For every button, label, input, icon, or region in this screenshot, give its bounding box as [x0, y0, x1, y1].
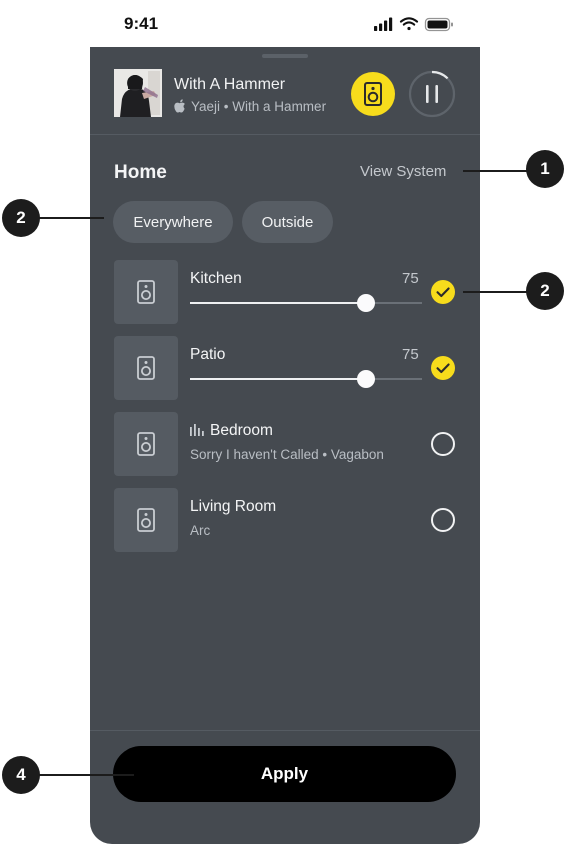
room-name: Bedroom — [190, 422, 273, 440]
divider — [90, 730, 480, 731]
room-tile — [114, 412, 178, 476]
speaker-output-button[interactable] — [351, 72, 395, 116]
output-selector-sheet: With A Hammer Yaeji • With a Hammer Home… — [90, 47, 480, 844]
wifi-icon — [399, 17, 419, 31]
status-bar: 9:41 — [0, 0, 580, 48]
pause-icon — [408, 70, 456, 118]
now-playing-bars-icon — [190, 424, 204, 436]
room-name-text: Bedroom — [210, 422, 273, 439]
room-tile — [114, 336, 178, 400]
apply-button[interactable]: Apply — [113, 746, 456, 802]
room-name: Living Room — [190, 498, 277, 515]
album-art — [114, 69, 162, 117]
room-now-playing: Sorry I haven't Called • Vagabon — [190, 447, 384, 462]
callout-line — [463, 170, 529, 172]
room-tile — [114, 488, 178, 552]
battery-icon — [424, 17, 453, 32]
divider — [90, 134, 480, 135]
room-row-patio[interactable]: Patio 75 — [90, 336, 480, 402]
volume-slider-fill — [190, 378, 367, 380]
now-playing-separator: • — [223, 99, 229, 114]
callout-line — [38, 217, 104, 219]
callout-line — [463, 291, 529, 293]
room-selected-check[interactable] — [431, 356, 455, 380]
checkmark-icon — [436, 363, 450, 374]
room-select-circle[interactable] — [431, 432, 455, 456]
now-playing-album: With a Hammer — [232, 99, 327, 114]
system-title: Home — [114, 162, 167, 183]
room-volume-value: 75 — [402, 346, 419, 363]
callout-badge: 1 — [526, 150, 564, 188]
callout-line — [38, 774, 134, 776]
room-now-playing: Arc — [190, 523, 211, 538]
status-time: 9:41 — [124, 14, 159, 33]
speaker-icon — [364, 82, 382, 106]
room-select-circle[interactable] — [431, 508, 455, 532]
callout-badge: 2 — [2, 199, 40, 237]
speaker-icon — [137, 508, 155, 532]
callout-badge: 2 — [526, 272, 564, 310]
group-chip-outside[interactable]: Outside — [242, 201, 333, 243]
room-name: Patio — [190, 346, 226, 363]
cellular-signal-icon — [374, 17, 393, 31]
room-row-kitchen[interactable]: Kitchen 75 — [90, 260, 480, 326]
volume-slider[interactable] — [190, 294, 422, 312]
room-selected-check[interactable] — [431, 280, 455, 304]
sheet-grabber[interactable] — [262, 54, 308, 58]
now-playing-artist: Yaeji — [191, 99, 221, 114]
room-name: Kitchen — [190, 270, 242, 287]
speaker-icon — [137, 432, 155, 456]
volume-slider-fill — [190, 302, 367, 304]
room-tile — [114, 260, 178, 324]
group-chip-everywhere[interactable]: Everywhere — [113, 201, 233, 243]
speaker-icon — [137, 280, 155, 304]
volume-slider-thumb[interactable] — [357, 294, 376, 312]
status-icons — [374, 16, 456, 37]
speaker-icon — [137, 356, 155, 380]
volume-slider-thumb[interactable] — [357, 370, 376, 388]
volume-slider[interactable] — [190, 370, 422, 388]
room-volume-value: 75 — [402, 270, 419, 287]
now-playing-subtitle: Yaeji • With a Hammer — [174, 99, 337, 114]
apple-music-icon — [174, 99, 185, 113]
callout-badge: 4 — [2, 756, 40, 794]
now-playing-bar[interactable]: With A Hammer Yaeji • With a Hammer — [90, 65, 480, 133]
view-system-link[interactable]: View System — [360, 163, 446, 180]
pause-button[interactable] — [408, 70, 456, 118]
room-row-bedroom[interactable]: Bedroom Sorry I haven't Called • Vagabon — [90, 412, 480, 478]
checkmark-icon — [436, 287, 450, 298]
room-row-living-room[interactable]: Living Room Arc — [90, 488, 480, 554]
now-playing-title: With A Hammer — [174, 76, 286, 93]
